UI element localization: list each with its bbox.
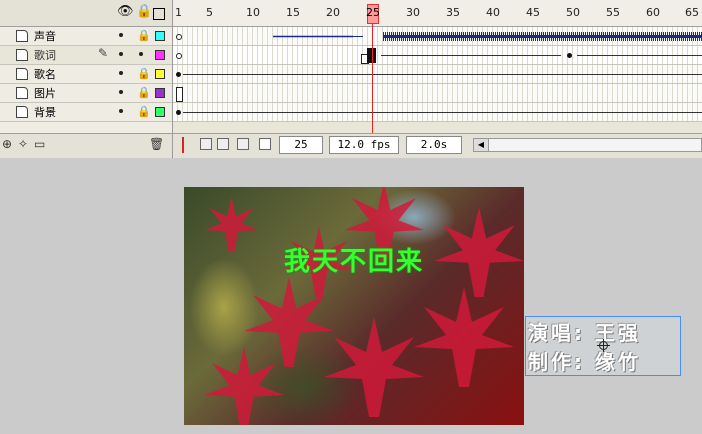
tween-arrow — [183, 74, 702, 75]
lock-icon[interactable]: 🔒 — [137, 28, 151, 44]
ruler-tick: 40 — [486, 6, 500, 19]
layer-row-lyrics[interactable]: 歌词 ✎ — [0, 46, 172, 65]
lock-icon[interactable]: 🔒 — [137, 66, 151, 82]
layer-name: 歌词 — [34, 49, 56, 62]
layer-color-swatch[interactable] — [155, 69, 165, 79]
visibility-dot[interactable] — [119, 71, 123, 75]
elapsed-time-field: 2.0s — [406, 136, 462, 154]
ruler-tick: 15 — [286, 6, 300, 19]
insert-layer-icon[interactable]: ⊕ — [2, 137, 12, 151]
frames-area: 1 5 10 15 20 25 30 35 40 45 50 55 60 65 — [173, 0, 702, 158]
eye-icon[interactable]: 👁 — [117, 4, 134, 20]
timeline-controls: 25 12.0 fps 2.0s ◀ — [173, 133, 702, 158]
credits-textbox[interactable]: 演唱: 王强 制作: 缘竹 — [525, 316, 681, 376]
lock-icon[interactable]: 🔒 — [137, 104, 151, 120]
onion-skin-outline-icon[interactable] — [217, 138, 229, 150]
maple-leaf — [204, 347, 284, 425]
layer-row-song-title[interactable]: 歌名 🔒 — [0, 65, 172, 84]
layer-panel-header: 👁 🔒 — [0, 0, 172, 27]
ruler-tick: 10 — [246, 6, 260, 19]
timeline-panel: 👁 🔒 声音 🔒 歌词 ✎ 歌名 🔒 图片 🔒 背景 🔒 ⊕ ✧ ▭ 🗑 1 5… — [0, 0, 702, 158]
layer-icon — [16, 68, 28, 80]
layer-panel-footer: ⊕ ✧ ▭ 🗑 — [0, 133, 172, 158]
edit-multiple-frames-icon[interactable] — [237, 138, 249, 150]
ruler-tick: 1 — [175, 6, 182, 19]
ruler-tick: 35 — [446, 6, 460, 19]
center-frame-icon[interactable] — [182, 137, 184, 153]
keyframe[interactable] — [567, 53, 572, 58]
keyframe[interactable] — [176, 87, 183, 102]
stage-canvas[interactable]: 我天不回来 — [184, 187, 524, 425]
tween-arrow — [577, 55, 702, 56]
layer-color-swatch[interactable] — [155, 88, 165, 98]
layer-icon — [16, 30, 28, 42]
scroll-left-icon[interactable]: ◀ — [474, 139, 489, 151]
tween-arrow — [381, 55, 561, 56]
frame-row-lyrics[interactable] — [173, 46, 702, 65]
modify-onion-markers-icon[interactable] — [259, 138, 271, 150]
transform-point-icon[interactable] — [597, 339, 610, 352]
frame-ruler[interactable]: 1 5 10 15 20 25 30 35 40 45 50 55 60 65 — [173, 0, 702, 27]
layer-color-swatch[interactable] — [155, 31, 165, 41]
frame-row-background[interactable] — [173, 103, 702, 122]
current-frame-field[interactable]: 25 — [279, 136, 323, 154]
lock-icon[interactable]: 🔒 — [137, 85, 151, 101]
visibility-dot[interactable] — [119, 90, 123, 94]
frame-row-picture[interactable] — [173, 84, 702, 103]
credit-singer: 演唱: 王强 — [528, 321, 641, 345]
ruler-tick: 50 — [566, 6, 580, 19]
layer-color-swatch[interactable] — [155, 50, 165, 60]
onion-skin-icon[interactable] — [200, 138, 212, 150]
frame-row-song-title[interactable] — [173, 65, 702, 84]
ruler-tick: 65 — [685, 6, 699, 19]
layer-name: 歌名 — [34, 68, 56, 81]
outline-icon[interactable] — [153, 8, 165, 20]
ruler-tick: 60 — [646, 6, 660, 19]
keyframe[interactable] — [176, 34, 182, 40]
lyric-text[interactable]: 我天不回来 — [184, 241, 524, 278]
layer-row-background[interactable]: 背景 🔒 — [0, 103, 172, 122]
insert-folder-icon[interactable]: ▭ — [34, 137, 45, 151]
layer-name: 声音 — [34, 30, 56, 43]
lock-icon[interactable]: 🔒 — [136, 4, 152, 20]
ruler-tick: 25 — [366, 6, 380, 19]
layer-panel: 👁 🔒 声音 🔒 歌词 ✎ 歌名 🔒 图片 🔒 背景 🔒 ⊕ ✧ ▭ 🗑 — [0, 0, 173, 158]
layer-icon — [16, 106, 28, 118]
layer-icon — [16, 87, 28, 99]
lock-dot[interactable] — [139, 52, 143, 56]
ruler-tick: 55 — [606, 6, 620, 19]
timeline-scrollbar[interactable]: ◀ — [473, 138, 702, 152]
keyframe[interactable] — [176, 110, 181, 115]
layer-name: 背景 — [34, 106, 56, 119]
layer-icon — [16, 49, 28, 61]
trash-icon[interactable]: 🗑 — [149, 137, 164, 151]
tween-arrow — [183, 112, 702, 113]
credit-producer: 制作: 缘竹 — [528, 350, 641, 374]
ruler-tick: 5 — [206, 6, 213, 19]
maple-leaf — [324, 317, 424, 417]
layer-color-swatch[interactable] — [155, 107, 165, 117]
sound-waveform — [273, 32, 702, 41]
ruler-tick: 30 — [406, 6, 420, 19]
layer-row-sound[interactable]: 声音 🔒 — [0, 27, 172, 46]
pencil-icon: ✎ — [98, 46, 109, 60]
visibility-dot[interactable] — [119, 33, 123, 37]
visibility-dot[interactable] — [119, 52, 123, 56]
ruler-tick: 20 — [326, 6, 340, 19]
frame-rate-field[interactable]: 12.0 fps — [329, 136, 399, 154]
visibility-dot[interactable] — [119, 109, 123, 113]
maple-leaf — [414, 287, 514, 387]
playhead-line — [372, 24, 373, 134]
layer-row-picture[interactable]: 图片 🔒 — [0, 84, 172, 103]
add-guide-layer-icon[interactable]: ✧ — [18, 137, 28, 151]
layer-name: 图片 — [34, 87, 56, 100]
keyframe[interactable] — [176, 72, 181, 77]
frame-row-sound[interactable] — [173, 27, 702, 46]
keyframe[interactable] — [176, 53, 182, 59]
ruler-tick: 45 — [526, 6, 540, 19]
